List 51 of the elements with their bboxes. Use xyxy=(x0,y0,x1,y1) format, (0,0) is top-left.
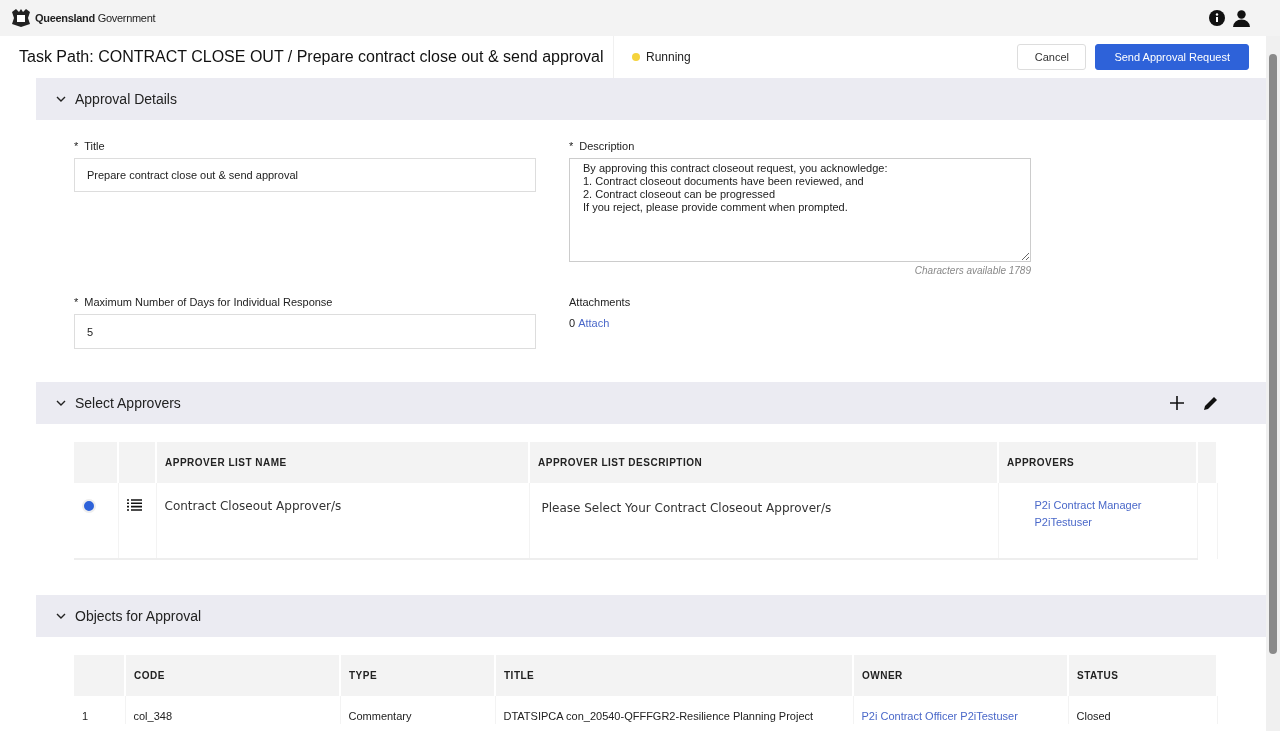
field-label: Maximum Number of Days for Individual Response xyxy=(84,296,333,308)
section-header[interactable]: Objects for Approval xyxy=(36,595,1266,637)
chevron-icon[interactable] xyxy=(56,400,66,406)
owner-link[interactable]: P2i Contract Officer P2iTestuser xyxy=(861,710,1018,722)
field-label: Title xyxy=(84,140,105,152)
section-title: Objects for Approval xyxy=(75,608,202,624)
description-textarea[interactable]: By approving this contract closeout request, you acknowledge: 1. Contract closeout documents have been reviewed, and 2. Contract closeout can be progressed If you reject, please provide comment when prompted. xyxy=(569,158,1031,262)
list-icon xyxy=(126,499,142,511)
status-text: Running xyxy=(646,50,691,64)
row-number: 1 xyxy=(74,696,125,724)
table-cell: DTATSIPCA con_20540-QFFFGR2-Resilience Planning Project xyxy=(495,696,853,724)
radio-button[interactable] xyxy=(82,499,96,513)
section-title: Approval Details xyxy=(75,91,177,107)
column-header: APPROVER LIST DESCRIPTION xyxy=(529,442,998,483)
column-header: APPROVERS xyxy=(998,442,1197,483)
attachment-count: 0 xyxy=(569,317,576,329)
column-header: CODE xyxy=(125,655,340,696)
crest-logo-icon xyxy=(10,8,32,28)
attach-link[interactable]: Attach xyxy=(578,317,610,329)
character-counter: Characters available 1789 xyxy=(913,265,1031,276)
column-header: STATUS xyxy=(1068,655,1217,696)
table-cell: Commentary xyxy=(340,696,495,724)
table-cell: Please Select Your Contract Closeout Approver/s xyxy=(529,483,998,559)
field-label: Description xyxy=(579,140,635,152)
task-path-title: Task Path: CONTRACT CLOSE OUT / Prepare contract close out & send approval xyxy=(19,48,605,66)
pencil-icon[interactable] xyxy=(1204,396,1218,410)
table-cell: Closed xyxy=(1068,696,1217,724)
required-mark: * xyxy=(74,140,79,152)
days-input[interactable]: 5 xyxy=(74,314,536,349)
required-mark: * xyxy=(569,140,574,152)
send-approval-button[interactable]: Send Approval Request xyxy=(1095,44,1249,70)
brand-name: Queensland Government xyxy=(35,12,156,24)
required-mark: * xyxy=(74,296,79,308)
section-title: Select Approvers xyxy=(75,395,181,411)
section-header[interactable]: Approval Details xyxy=(36,78,1266,120)
table-cell: Contract Closeout Approver/s xyxy=(156,483,529,559)
column-header: OWNER xyxy=(853,655,1068,696)
user-icon[interactable] xyxy=(1233,9,1250,27)
add-icon[interactable] xyxy=(1170,396,1184,410)
title-input[interactable]: Prepare contract close out & send approval xyxy=(74,158,536,192)
section-header[interactable]: Select Approvers xyxy=(36,382,1266,424)
info-icon[interactable] xyxy=(1209,10,1225,26)
cancel-button[interactable]: Cancel xyxy=(1017,44,1087,70)
column-header: TITLE xyxy=(495,655,853,696)
chevron-icon[interactable] xyxy=(56,96,66,102)
column-header: TYPE xyxy=(340,655,495,696)
column-header: APPROVER LIST NAME xyxy=(156,442,529,483)
chevron-icon[interactable] xyxy=(56,613,66,619)
table-cell: col_348 xyxy=(125,696,340,724)
attachments-label: Attachments xyxy=(569,296,632,308)
approver-link[interactable]: P2i Contract Manager P2iTestuser xyxy=(1034,497,1160,531)
